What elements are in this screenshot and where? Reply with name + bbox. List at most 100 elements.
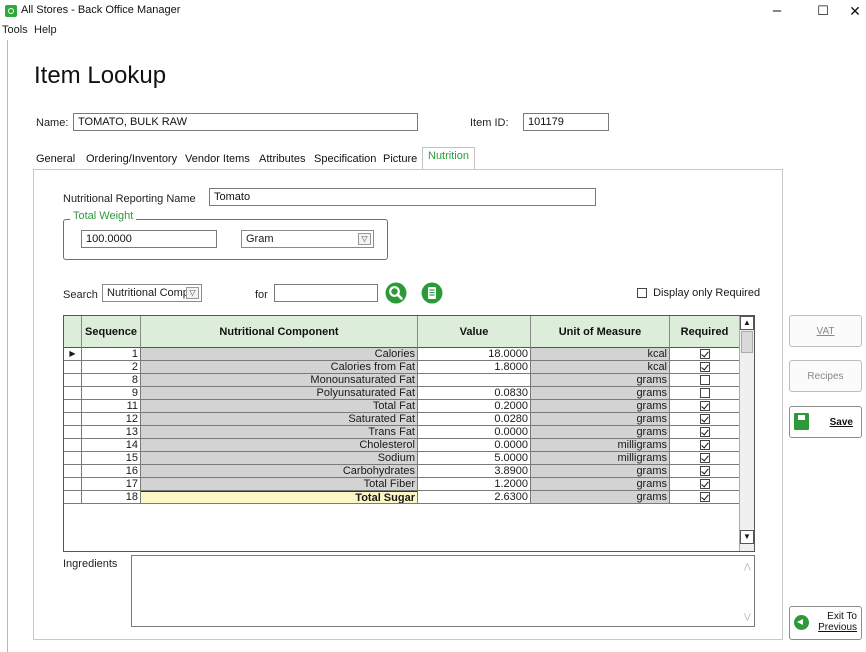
- sequence-cell[interactable]: 16: [82, 465, 141, 478]
- nutrition-grid[interactable]: Sequence Nutritional Component Value Uni…: [63, 315, 755, 552]
- uom-cell[interactable]: grams: [531, 374, 670, 387]
- uom-cell[interactable]: grams: [531, 400, 670, 413]
- component-cell[interactable]: Calories: [141, 348, 418, 361]
- list-button[interactable]: [421, 282, 443, 304]
- uom-cell[interactable]: milligrams: [531, 439, 670, 452]
- name-field[interactable]: TOMATO, BULK RAW: [73, 113, 418, 131]
- required-checkbox[interactable]: [699, 492, 710, 503]
- close-button[interactable]: ✕: [836, 0, 866, 22]
- value-cell[interactable]: 5.0000: [418, 452, 531, 465]
- tab-vendor-items[interactable]: Vendor Items: [185, 150, 250, 170]
- value-cell[interactable]: 0.0830: [418, 387, 531, 400]
- required-cell[interactable]: [670, 439, 740, 452]
- column-header-uom[interactable]: Unit of Measure: [531, 316, 670, 348]
- table-row[interactable]: 16 Carbohydrates 3.8900 grams: [64, 465, 740, 478]
- sequence-cell[interactable]: 11: [82, 400, 141, 413]
- vat-button[interactable]: VAT: [789, 315, 862, 347]
- scroll-down-button[interactable]: ▼: [740, 530, 754, 544]
- value-cell[interactable]: 2.6300: [418, 491, 531, 504]
- value-cell[interactable]: 1.2000: [418, 478, 531, 491]
- row-selector[interactable]: [64, 491, 82, 504]
- component-cell[interactable]: Total Fiber: [141, 478, 418, 491]
- required-checkbox[interactable]: [699, 349, 710, 360]
- uom-cell[interactable]: grams: [531, 465, 670, 478]
- uom-cell[interactable]: milligrams: [531, 452, 670, 465]
- reporting-name-field[interactable]: Tomato: [209, 188, 596, 206]
- required-cell[interactable]: [670, 465, 740, 478]
- required-cell[interactable]: [670, 361, 740, 374]
- component-cell[interactable]: Sodium: [141, 452, 418, 465]
- uom-cell[interactable]: grams: [531, 387, 670, 400]
- row-selector[interactable]: [64, 374, 82, 387]
- component-cell[interactable]: Monounsaturated Fat: [141, 374, 418, 387]
- value-cell[interactable]: 0.0000: [418, 439, 531, 452]
- component-cell[interactable]: Polyunsaturated Fat: [141, 387, 418, 400]
- uom-cell[interactable]: kcal: [531, 348, 670, 361]
- table-row[interactable]: 2 Calories from Fat 1.8000 kcal: [64, 361, 740, 374]
- uom-cell[interactable]: grams: [531, 478, 670, 491]
- sequence-cell[interactable]: 8: [82, 374, 141, 387]
- tab-attributes[interactable]: Attributes: [259, 150, 305, 170]
- required-cell[interactable]: [670, 491, 740, 504]
- scroll-thumb[interactable]: [741, 331, 753, 353]
- required-cell[interactable]: [670, 452, 740, 465]
- table-row[interactable]: ▶ 1 Calories 18.0000 kcal: [64, 348, 740, 361]
- minimize-button[interactable]: –: [758, 0, 796, 22]
- sequence-cell[interactable]: 2: [82, 361, 141, 374]
- display-only-required-checkbox[interactable]: [637, 288, 647, 299]
- chevron-down-icon[interactable]: ▽: [358, 233, 371, 245]
- uom-cell[interactable]: kcal: [531, 361, 670, 374]
- row-selector[interactable]: [64, 426, 82, 439]
- table-row[interactable]: 17 Total Fiber 1.2000 grams: [64, 478, 740, 491]
- column-header-sequence[interactable]: Sequence: [82, 316, 141, 348]
- value-cell[interactable]: 0.2000: [418, 400, 531, 413]
- component-cell[interactable]: Total Fat: [141, 400, 418, 413]
- required-checkbox[interactable]: [699, 427, 710, 438]
- row-selector[interactable]: [64, 400, 82, 413]
- sequence-cell[interactable]: 17: [82, 478, 141, 491]
- required-cell[interactable]: [670, 400, 740, 413]
- required-checkbox[interactable]: [699, 388, 710, 399]
- required-checkbox[interactable]: [699, 440, 710, 451]
- unit-select[interactable]: Gram ▽: [241, 230, 374, 248]
- search-field-select[interactable]: Nutritional Comp ▽: [102, 284, 202, 302]
- value-cell[interactable]: 1.8000: [418, 361, 531, 374]
- required-cell[interactable]: [670, 413, 740, 426]
- required-cell[interactable]: [670, 478, 740, 491]
- row-selector[interactable]: [64, 387, 82, 400]
- sequence-cell[interactable]: 12: [82, 413, 141, 426]
- required-checkbox[interactable]: [699, 453, 710, 464]
- uom-cell[interactable]: grams: [531, 426, 670, 439]
- row-selector[interactable]: [64, 361, 82, 374]
- value-cell[interactable]: 3.8900: [418, 465, 531, 478]
- tab-general[interactable]: General: [36, 150, 75, 170]
- tab-picture[interactable]: Picture: [383, 150, 417, 170]
- required-checkbox[interactable]: [699, 401, 710, 412]
- ingredients-scroll-up-icon[interactable]: ⋀: [744, 562, 863, 571]
- tab-ordering-inventory[interactable]: Ordering/Inventory: [86, 150, 177, 170]
- sequence-cell[interactable]: 18: [82, 491, 141, 504]
- display-only-required[interactable]: Display only Required: [637, 287, 760, 299]
- row-selector[interactable]: [64, 413, 82, 426]
- table-row[interactable]: 9 Polyunsaturated Fat 0.0830 grams: [64, 387, 740, 400]
- menu-help[interactable]: Help: [34, 24, 57, 36]
- row-selector[interactable]: [64, 439, 82, 452]
- chevron-down-icon[interactable]: ▽: [186, 287, 199, 299]
- row-selector[interactable]: [64, 452, 82, 465]
- column-header-required[interactable]: Required: [670, 316, 740, 348]
- uom-cell[interactable]: grams: [531, 491, 670, 504]
- sequence-cell[interactable]: 14: [82, 439, 141, 452]
- sequence-cell[interactable]: 13: [82, 426, 141, 439]
- recipes-button[interactable]: Recipes: [789, 360, 862, 392]
- table-row[interactable]: 12 Saturated Fat 0.0280 grams: [64, 413, 740, 426]
- table-row[interactable]: 13 Trans Fat 0.0000 grams: [64, 426, 740, 439]
- value-cell[interactable]: 0.0280: [418, 413, 531, 426]
- menu-tools[interactable]: Tools: [2, 24, 28, 36]
- table-row[interactable]: 18 Total Sugar 2.6300 grams: [64, 491, 740, 504]
- required-checkbox[interactable]: [699, 479, 710, 490]
- required-checkbox[interactable]: [699, 362, 710, 373]
- component-cell[interactable]: Cholesterol: [141, 439, 418, 452]
- column-header-component[interactable]: Nutritional Component: [141, 316, 418, 348]
- component-cell[interactable]: Carbohydrates: [141, 465, 418, 478]
- component-cell[interactable]: Calories from Fat: [141, 361, 418, 374]
